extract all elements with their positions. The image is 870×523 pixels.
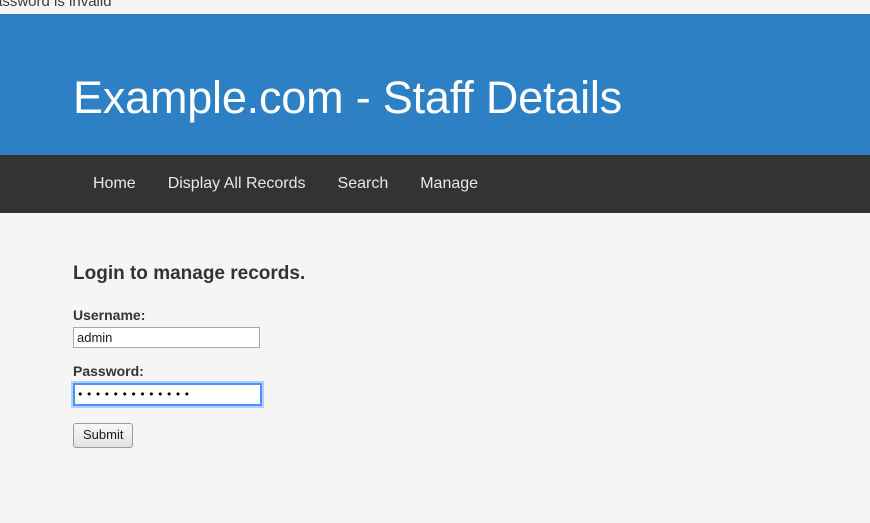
password-masked-value: ••••••••••••• — [77, 388, 193, 401]
alert-message-banner: assword is invalid — [0, 0, 870, 14]
login-form: Username: Password: ••••••••••••• Submit — [73, 306, 473, 448]
alert-message-text: assword is invalid — [0, 0, 112, 10]
page-root: assword is invalid Example.com - Staff D… — [0, 0, 870, 523]
nav-link-display-all-records[interactable]: Display All Records — [157, 170, 317, 198]
password-field-group: Password: ••••••••••••• — [73, 362, 473, 406]
main-navigation-bar: Home Display All Records Search Manage — [0, 155, 870, 213]
password-input[interactable]: ••••••••••••• — [73, 383, 262, 406]
nav-item-manage: Manage — [409, 170, 489, 198]
page-title: Example.com - Staff Details — [73, 72, 622, 123]
username-input[interactable] — [73, 327, 260, 348]
nav-list: Home Display All Records Search Manage — [82, 155, 499, 213]
main-content: Login to manage records. Username: Passw… — [0, 213, 870, 523]
submit-button[interactable]: Submit — [73, 423, 134, 448]
username-field-group: Username: — [73, 306, 473, 348]
login-heading: Login to manage records. — [73, 263, 306, 284]
nav-link-home[interactable]: Home — [82, 170, 147, 198]
nav-link-manage[interactable]: Manage — [409, 170, 489, 198]
password-label: Password: — [73, 363, 144, 379]
nav-item-home: Home — [82, 170, 147, 198]
nav-item-search: Search — [327, 170, 400, 198]
nav-item-display-all-records: Display All Records — [157, 170, 317, 198]
site-header-banner: Example.com - Staff Details — [0, 14, 870, 155]
nav-link-search[interactable]: Search — [327, 170, 400, 198]
username-label: Username: — [73, 307, 146, 323]
